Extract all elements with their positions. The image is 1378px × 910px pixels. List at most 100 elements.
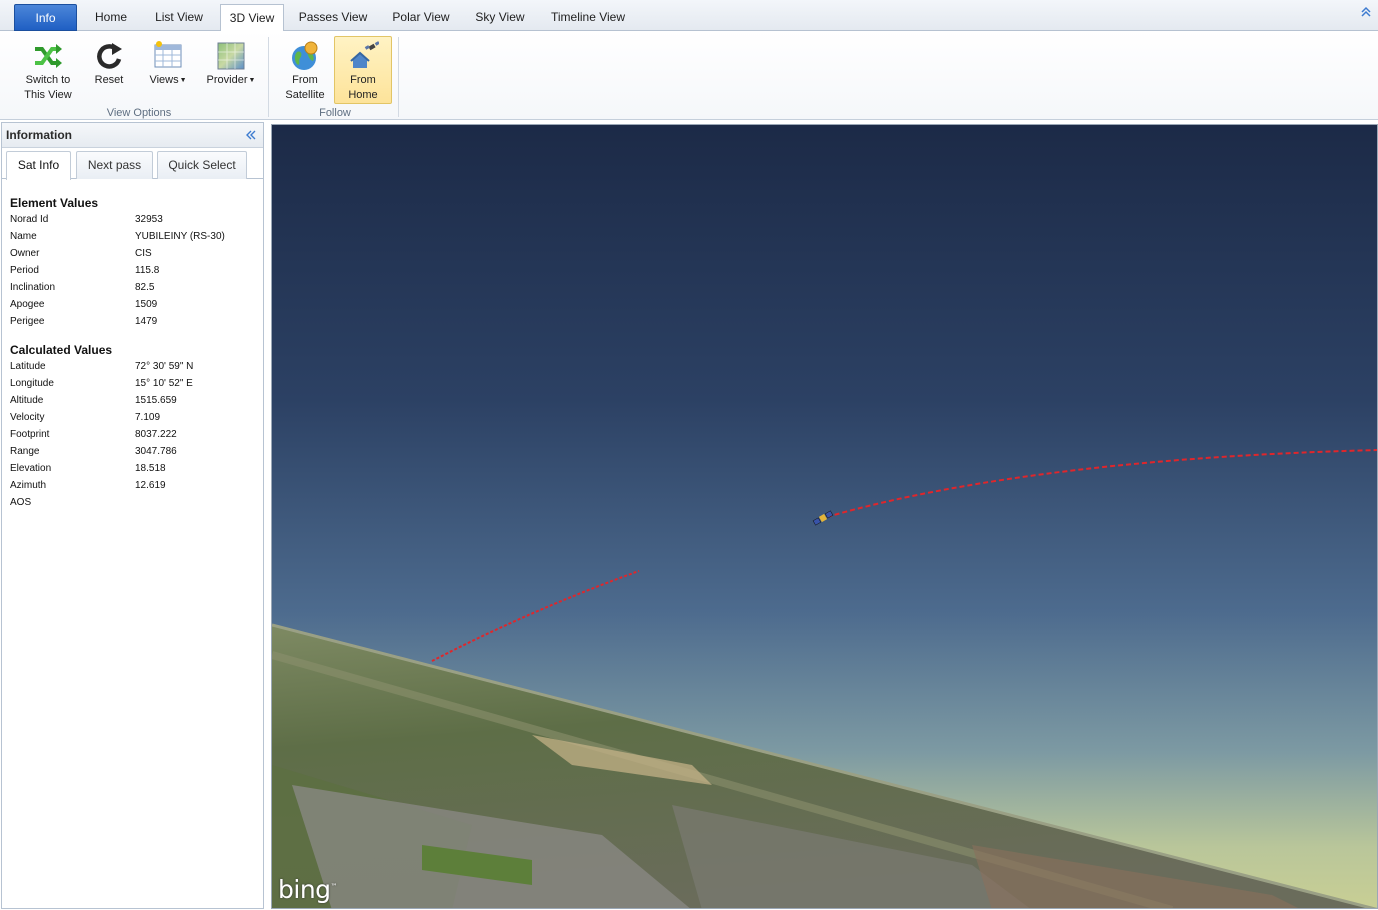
bing-logo: bing™	[278, 875, 338, 904]
info-row-value: 8037.222	[135, 429, 177, 440]
info-row-key: Latitude	[10, 361, 46, 372]
information-header: Information	[2, 123, 263, 148]
info-row: Elevation 18.518	[10, 463, 250, 477]
info-row-value: 12.619	[135, 480, 166, 491]
info-row-key: AOS	[10, 497, 32, 508]
info-row-key: Azimuth	[10, 480, 47, 491]
chevron-down-icon: ▼	[248, 77, 256, 84]
info-row: AOS	[10, 497, 250, 511]
information-panel: Information Sat Info Next pass Quick Sel…	[1, 122, 264, 909]
info-row-key: Perigee	[10, 316, 45, 327]
from-satellite-line2: Satellite	[285, 89, 325, 101]
tab-polar-view[interactable]: Polar View	[382, 4, 460, 31]
info-row-value: 1479	[135, 316, 158, 327]
info-row-value: 1515.659	[135, 395, 177, 406]
info-row-value: 32953	[135, 214, 163, 225]
info-row-key: Period	[10, 265, 39, 276]
tab-next-pass[interactable]: Next pass	[76, 151, 153, 179]
info-row-value: 72° 30' 59" N	[135, 361, 194, 372]
info-row-value: YUBILEINY (RS-30)	[135, 231, 225, 242]
from-home-line1: From	[350, 74, 376, 86]
globe-3d-viewport[interactable]: bing™	[271, 124, 1378, 909]
tab-sat-info[interactable]: Sat Info	[6, 151, 71, 180]
info-row: Norad Id 32953	[10, 214, 250, 228]
reset-label: Reset	[94, 74, 124, 86]
provider-dropdown-button[interactable]: Provider▼	[200, 36, 262, 104]
tab-quick-select[interactable]: Quick Select	[157, 151, 247, 179]
views-grid-icon	[154, 41, 182, 68]
info-row: Apogee 1509	[10, 299, 250, 313]
provider-label: Provider	[206, 74, 248, 86]
info-row-value: CIS	[135, 248, 152, 259]
view-options-label: View Options	[106, 107, 172, 119]
info-row-key: Owner	[10, 248, 40, 259]
group-divider	[398, 37, 399, 117]
chevron-down-icon: ▼	[179, 77, 187, 84]
info-row: Name YUBILEINY (RS-30)	[10, 231, 250, 245]
info-row-key: Velocity	[10, 412, 45, 423]
tab-timeline-view[interactable]: Timeline View	[540, 4, 636, 31]
tab-list-view[interactable]: List View	[144, 4, 214, 31]
globe-satellite-icon	[292, 41, 318, 70]
element-values-title: Element Values	[10, 196, 99, 210]
info-row-value: 15° 10' 52" E	[135, 378, 193, 389]
switch-label-line2: This View	[24, 89, 72, 101]
scene-canvas[interactable]	[272, 125, 1378, 909]
view-options-group: Switch to This View Reset Views▼ Provide…	[8, 31, 270, 120]
info-row: Footprint 8037.222	[10, 429, 250, 443]
tab-3d-view[interactable]: 3D View	[220, 4, 284, 32]
info-row: Latitude 72° 30' 59" N	[10, 361, 250, 375]
follow-label: Follow	[319, 107, 351, 119]
info-subtabs: Sat Info Next pass Quick Select	[2, 148, 263, 180]
tab-info[interactable]: Info	[14, 4, 77, 31]
views-dropdown-button[interactable]: Views▼	[140, 36, 196, 104]
info-row: Period 115.8	[10, 265, 250, 279]
info-row-value: 115.8	[135, 265, 160, 276]
group-divider	[268, 37, 269, 117]
info-row-key: Altitude	[10, 395, 44, 406]
info-row: Longitude 15° 10' 52" E	[10, 378, 250, 392]
tab-home[interactable]: Home	[84, 4, 138, 31]
follow-from-satellite-button[interactable]: From Satellite	[276, 36, 334, 104]
follow-from-home-button[interactable]: From Home	[334, 36, 392, 104]
shuffle-icon	[35, 44, 62, 68]
info-row-key: Range	[10, 446, 40, 457]
switch-label-line1: Switch to	[25, 74, 71, 86]
follow-group: From Satellite From Home Follow	[272, 31, 398, 120]
info-row: Altitude 1515.659	[10, 395, 250, 409]
collapse-panel-icon[interactable]	[245, 129, 257, 141]
home-satellite-icon	[350, 41, 379, 68]
info-row: Range 3047.786	[10, 446, 250, 460]
information-title: Information	[6, 128, 72, 142]
info-row-key: Apogee	[10, 299, 45, 310]
info-row-value: 3047.786	[135, 446, 177, 457]
ribbon: Switch to This View Reset Views▼ Provide…	[0, 31, 1378, 120]
info-row-key: Longitude	[10, 378, 54, 389]
info-row-value: 1509	[135, 299, 158, 310]
info-row: Azimuth 12.619	[10, 480, 250, 494]
info-row-value: 18.518	[135, 463, 166, 474]
info-row: Owner CIS	[10, 248, 250, 262]
info-row-key: Inclination	[10, 282, 56, 293]
views-label: Views	[149, 74, 179, 86]
info-row: Perigee 1479	[10, 316, 250, 330]
ribbon-tab-strip: Info Home List View 3D View Passes View …	[0, 0, 1378, 32]
reset-icon	[97, 43, 122, 69]
collapse-ribbon-icon[interactable]	[1360, 6, 1372, 18]
info-row-key: Name	[10, 231, 37, 242]
reset-button[interactable]: Reset	[82, 36, 136, 104]
info-row-value: 82.5	[135, 282, 155, 293]
info-row: Inclination 82.5	[10, 282, 250, 296]
info-row-value: 7.109	[135, 412, 161, 423]
calculated-values-title: Calculated Values	[10, 343, 113, 357]
tab-sky-view[interactable]: Sky View	[468, 4, 532, 31]
info-row-key: Footprint	[10, 429, 50, 440]
switch-to-this-view-button[interactable]: Switch to This View	[18, 36, 78, 104]
info-row-key: Norad Id	[10, 214, 49, 225]
provider-map-icon	[217, 42, 245, 70]
info-row-key: Elevation	[10, 463, 52, 474]
tab-passes-view[interactable]: Passes View	[292, 4, 374, 31]
info-row: Velocity 7.109	[10, 412, 250, 426]
from-satellite-line1: From	[292, 74, 318, 86]
from-home-line2: Home	[348, 89, 378, 101]
